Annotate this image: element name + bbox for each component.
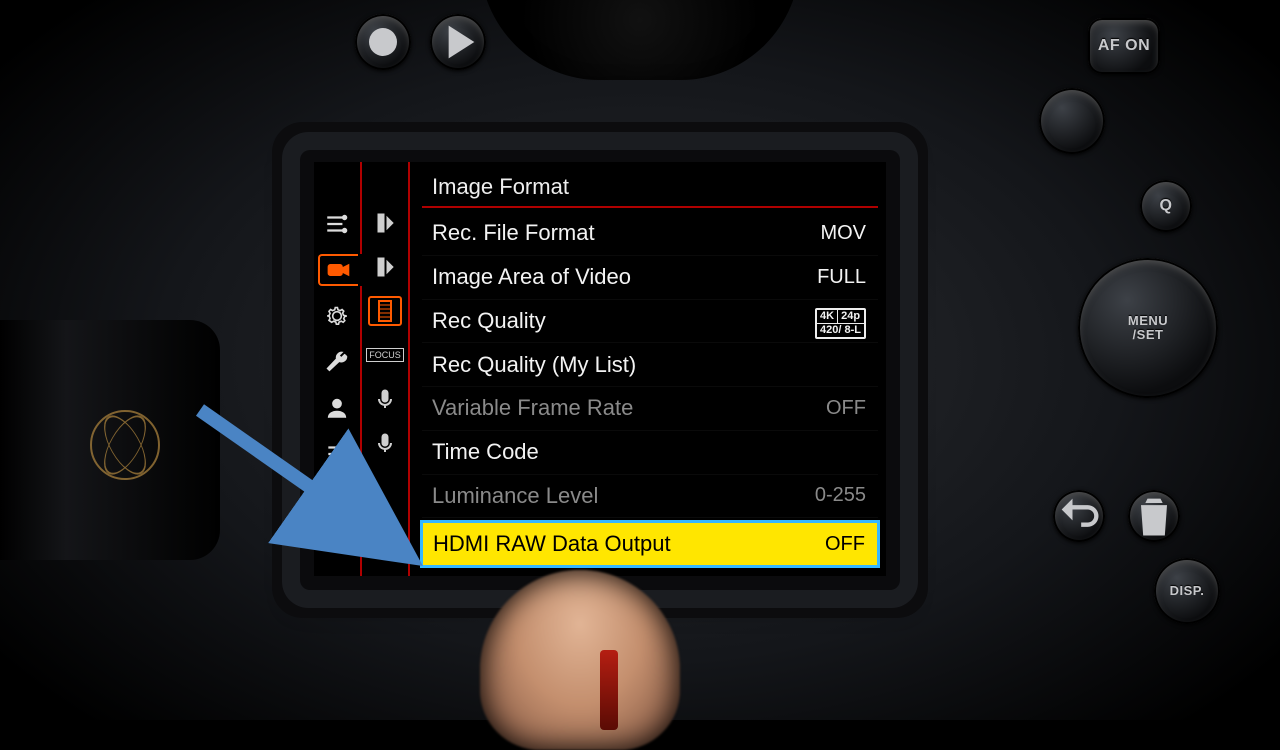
menu-item-rec-quality[interactable]: Rec Quality 4K 24p 420/ 8-L [422,300,878,344]
af-on-label: AF ON [1098,37,1150,55]
menu-item-label: Rec Quality (My List) [432,352,636,378]
lcd-frame: FOCUS Image Format Rec. File Format MOV [300,150,900,590]
menu-item-rec-quality-mylist[interactable]: Rec Quality (My List) [422,343,878,387]
q-button[interactable]: Q [1140,180,1192,232]
menu-item-image-area[interactable]: Image Area of Video FULL [422,256,878,300]
subtab-image-2[interactable] [368,252,402,282]
menu-item-luminance: Luminance Level 0-255 [422,475,878,519]
mic-icon [373,431,397,455]
menu-item-value: FULL [817,266,866,289]
play-icon [430,14,486,70]
menu-item-label: Image Area of Video [432,264,631,290]
dpad-menu-set[interactable]: MENU /SET [1078,258,1218,398]
trash-button[interactable] [1128,490,1180,542]
mic-icon [373,387,397,411]
menu-set-label: MENU /SET [1128,314,1168,341]
menu-heading: Image Format [422,170,878,204]
menu-item-value: 0-255 [815,484,866,507]
badge-24p: 24p [837,310,863,323]
menu-cat-custom[interactable] [319,346,355,378]
disp-button[interactable]: DISP. [1154,558,1220,624]
menu-item-rec-file-format[interactable]: Rec. File Format MOV [422,212,878,256]
menu-item-timecode[interactable]: Time Code [422,431,878,475]
subtab-image-1[interactable] [368,208,402,238]
menu-cat-setup[interactable] [319,300,355,332]
record-icon [355,14,411,70]
menu-cat-mymenu[interactable] [319,438,355,470]
menu-item-value: OFF [825,533,865,556]
sliders-icon [324,211,350,237]
menu-subtab-column: FOCUS [362,162,410,576]
menu-item-value: OFF [826,397,866,420]
lens-mount [480,0,800,80]
subtab-mic-2[interactable] [368,428,402,458]
tripod-post [600,650,618,730]
filmstrip-left-icon [373,211,397,235]
af-on-button[interactable]: AF ON [1088,18,1160,74]
back-button[interactable] [1053,490,1105,542]
menu-item-label: Rec. File Format [432,220,595,246]
menu-item-label: Rec Quality [432,308,546,334]
joystick[interactable] [1039,88,1105,154]
menu-cat-playback[interactable] [319,392,355,424]
menu-cat-video[interactable] [318,254,358,286]
atom-logo-icon [90,410,160,480]
menu-item-label: Time Code [432,439,539,465]
return-icon [1053,490,1105,542]
external-recorder [0,320,220,560]
badge-420: 420/ 8-L [817,323,864,337]
disp-label: DISP. [1170,584,1205,598]
filmstrip-icon [373,299,397,323]
menu-item-value: MOV [820,222,866,245]
gear-icon [324,303,350,329]
menu-item-label: Luminance Level [432,483,598,509]
badge-4k: 4K [817,310,837,323]
menu-item-label: HDMI RAW Data Output [433,531,671,557]
camera-body: AF ON Q MENU /SET DISP. [0,0,1280,720]
finger [480,570,680,750]
filmstrip-left-icon [373,255,397,279]
trash-icon [1128,490,1180,542]
wrench-icon [324,349,350,375]
playback-button-top[interactable] [430,14,486,70]
menu-heading-text: Image Format [432,174,569,200]
menu-category-column [314,162,362,576]
person-icon [324,395,350,421]
menu-item-hdmi-raw[interactable]: HDMI RAW Data Output OFF [420,520,880,568]
menu-list: Rec. File Format MOV Image Area of Video… [422,212,878,568]
record-button-top[interactable] [355,14,411,70]
focus-box-label: FOCUS [366,348,404,362]
menu-item-vfr: Variable Frame Rate OFF [422,387,878,431]
subtab-mic-1[interactable] [368,384,402,414]
subtab-focus[interactable]: FOCUS [368,340,402,370]
list-icon [324,441,350,467]
subtab-film[interactable] [368,296,402,326]
rec-quality-badge: 4K 24p 420/ 8-L [815,302,866,339]
menu-item-label: Variable Frame Rate [432,395,633,421]
video-camera-icon [326,257,352,283]
menu-cat-photo[interactable] [319,208,355,240]
lcd-screen[interactable]: FOCUS Image Format Rec. File Format MOV [314,162,886,576]
q-label: Q [1160,197,1173,215]
